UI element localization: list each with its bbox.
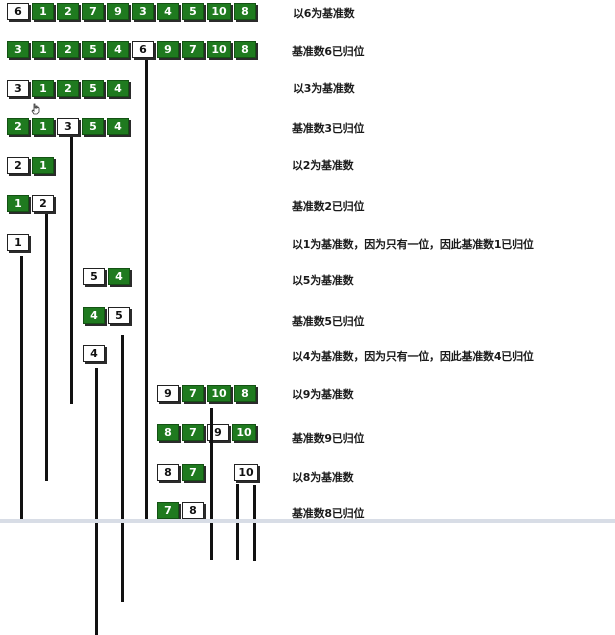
array-row: 8 7 9 10 [157,424,259,441]
quicksort-diagram: 6 1 2 7 9 3 4 5 10 8 3 1 2 5 4 6 9 7 10 8 3 1 2 5 4 2 1 3 5 4 2 1 1 2 1 5 4 4… [0,0,615,635]
array-cell: 9 [107,3,129,20]
array-cell: 1 [32,41,54,58]
vertical-divider [95,368,98,635]
array-cell: 7 [157,502,179,519]
pivot-cell: 9 [157,385,179,402]
pivot-cell: 2 [7,157,29,174]
pivot-cell: 8 [157,464,179,481]
array-cell: 4 [83,307,105,324]
array-cell: 5 [82,41,104,58]
array-cell: 7 [182,424,204,441]
step-caption: 以3为基准数 [293,82,355,95]
step-caption: 以1为基准数，因为只有一位，因此基准数1已归位 [292,238,534,251]
array-cell: 8 [234,41,256,58]
vertical-divider [253,485,256,561]
step-caption: 基准数5已归位 [292,315,365,328]
pivot-cell: 10 [234,464,258,481]
array-cell: 5 [82,118,104,135]
array-cell: 4 [108,268,130,285]
array-cell: 7 [182,385,204,402]
array-cell: 10 [207,3,231,20]
hand-cursor-icon [31,103,40,115]
array-row: 54 [83,268,133,285]
step-caption: 以9为基准数 [292,388,354,401]
pivot-cell: 5 [83,268,105,285]
array-cell: 3 [132,3,154,20]
array-cell: 1 [32,80,54,97]
array-row: 1 [7,234,32,251]
array-row: 21 [7,157,57,174]
array-cell: 9 [157,41,179,58]
step-caption: 以2为基准数 [292,159,354,172]
vertical-divider [70,137,73,404]
pivot-cell: 1 [7,234,29,251]
pivot-cell: 6 [132,41,154,58]
array-cell: 7 [182,41,204,58]
vertical-divider [45,214,48,481]
pivot-cell: 4 [83,345,105,362]
array-row: 10 [234,464,261,481]
array-cell: 4 [157,3,179,20]
step-caption: 以8为基准数 [292,471,354,484]
array-row: 31254 [7,80,132,97]
pivot-cell: 3 [7,80,29,97]
pivot-cell: 5 [108,307,130,324]
step-caption: 以4为基准数，因为只有一位，因此基准数4已归位 [292,350,534,363]
array-cell: 5 [82,80,104,97]
step-caption: 基准数6已归位 [292,45,365,58]
array-row: 87 [157,464,207,481]
pivot-cell: 2 [32,195,54,212]
array-cell: 4 [107,118,129,135]
array-row: 12 [7,195,57,212]
array-row: 4 [83,345,108,362]
array-cell: 1 [32,118,54,135]
vertical-divider [210,408,213,560]
array-cell: 7 [82,3,104,20]
array-row: 3 1 2 5 4 6 9 7 10 8 [7,41,259,58]
array-cell: 2 [57,80,79,97]
array-cell: 1 [32,157,54,174]
array-cell: 8 [234,3,256,20]
array-row: 9 7 10 8 [157,385,259,402]
array-cell: 10 [232,424,256,441]
array-row: 21354 [7,118,132,135]
array-cell: 1 [32,3,54,20]
array-cell: 8 [234,385,256,402]
vertical-divider [20,256,23,523]
step-caption: 基准数3已归位 [292,122,365,135]
bottom-bar [0,519,615,523]
step-caption: 基准数2已归位 [292,200,365,213]
array-cell: 10 [207,385,231,402]
step-caption: 基准数9已归位 [292,432,365,445]
step-caption: 以5为基准数 [292,274,354,287]
array-cell: 4 [107,41,129,58]
array-row: 6 1 2 7 9 3 4 5 10 8 [7,3,259,20]
array-row: 78 [157,502,207,519]
pivot-cell: 6 [7,3,29,20]
array-cell: 5 [182,3,204,20]
vertical-divider [121,335,124,602]
array-cell: 10 [207,41,231,58]
step-caption: 以6为基准数 [293,7,355,20]
array-cell: 8 [157,424,179,441]
pivot-cell: 8 [182,502,204,519]
array-cell: 7 [182,464,204,481]
array-cell: 4 [107,80,129,97]
array-row: 45 [83,307,133,324]
array-cell: 2 [57,3,79,20]
array-cell: 2 [57,41,79,58]
pivot-cell: 3 [57,118,79,135]
array-cell: 2 [7,118,29,135]
array-cell: 1 [7,195,29,212]
vertical-divider [145,60,148,523]
array-cell: 3 [7,41,29,58]
